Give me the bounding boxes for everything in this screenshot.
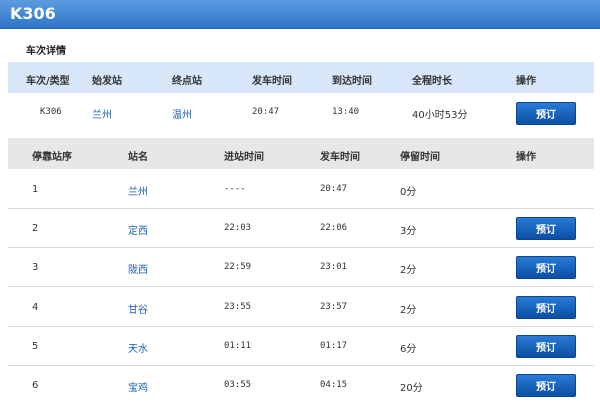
stop-depart-time: 04:15 <box>320 380 348 390</box>
stop-stay-time: 20分 <box>400 383 423 394</box>
stop-stay-time: 3分 <box>400 226 417 237</box>
header-depart-time: 发车时间 <box>252 76 292 87</box>
header-stop-depart-time: 发车时间 <box>320 152 360 163</box>
page-title: K306 <box>10 4 56 23</box>
stop-seq: 6 <box>32 380 39 391</box>
header-stop-seq: 停靠站序 <box>32 152 72 163</box>
row-divider <box>8 247 594 248</box>
stop-seq: 5 <box>32 341 39 352</box>
row-divider <box>8 326 594 327</box>
train-arrive-time: 13:40 <box>332 107 360 117</box>
stop-depart-time: 01:17 <box>320 341 348 351</box>
train-table-header: 车次/类型 始发站 终点站 发车时间 到达时间 全程时长 操作 <box>8 62 594 93</box>
header-arrive-time: 到达时间 <box>332 76 372 87</box>
stop-arrive-time: ---- <box>224 184 246 194</box>
destination-station-link[interactable]: 温州 <box>172 106 192 121</box>
book-stop-button[interactable]: 预订 <box>516 374 576 397</box>
stop-depart-time: 23:01 <box>320 262 348 272</box>
header-stop-action: 操作 <box>516 152 536 163</box>
stop-depart-time: 23:57 <box>320 302 348 312</box>
stop-station-link[interactable]: 定西 <box>128 222 148 237</box>
stops-table-header: 停靠站序 站名 进站时间 发车时间 停留时间 操作 <box>8 138 594 169</box>
book-stop-button[interactable]: 预订 <box>516 335 576 358</box>
stop-station-link[interactable]: 甘谷 <box>128 301 148 316</box>
stop-arrive-time: 01:11 <box>224 341 252 351</box>
header-origin: 始发站 <box>92 76 122 87</box>
stop-stay-time: 0分 <box>400 187 417 198</box>
book-stop-button[interactable]: 预订 <box>516 296 576 319</box>
book-stop-button[interactable]: 预订 <box>516 256 576 279</box>
train-duration: 40小时53分 <box>412 110 468 121</box>
stop-station-link[interactable]: 陇西 <box>128 261 148 276</box>
title-bar: K306 <box>0 0 600 29</box>
stop-station-link[interactable]: 宝鸡 <box>128 379 148 394</box>
row-divider <box>8 208 594 209</box>
origin-station-link[interactable]: 兰州 <box>92 106 112 121</box>
train-number: K306 <box>40 107 62 117</box>
stop-station-link[interactable]: 天水 <box>128 340 148 355</box>
header-action: 操作 <box>516 76 536 87</box>
train-depart-time: 20:47 <box>252 107 280 117</box>
stop-depart-time: 22:06 <box>320 223 348 233</box>
stop-seq: 4 <box>32 302 39 313</box>
header-train-type: 车次/类型 <box>26 76 70 87</box>
book-stop-button[interactable]: 预订 <box>516 217 576 240</box>
stop-seq: 1 <box>32 184 39 195</box>
header-station-name: 站名 <box>128 152 148 163</box>
header-stay-time: 停留时间 <box>400 152 440 163</box>
header-enter-time: 进站时间 <box>224 152 264 163</box>
stop-seq: 2 <box>32 223 39 234</box>
header-destination: 终点站 <box>172 76 202 87</box>
stop-arrive-time: 03:55 <box>224 380 252 390</box>
stop-arrive-time: 23:55 <box>224 302 252 312</box>
section-title: 车次详情 <box>26 46 66 57</box>
row-divider <box>8 286 594 287</box>
book-train-button[interactable]: 预订 <box>516 102 576 125</box>
header-duration: 全程时长 <box>412 76 452 87</box>
stop-stay-time: 2分 <box>400 265 417 276</box>
stop-station-link[interactable]: 兰州 <box>128 183 148 198</box>
stop-stay-time: 2分 <box>400 305 417 316</box>
stop-arrive-time: 22:03 <box>224 223 252 233</box>
stop-depart-time: 20:47 <box>320 184 348 194</box>
stop-seq: 3 <box>32 262 39 273</box>
stop-arrive-time: 22:59 <box>224 262 252 272</box>
row-divider <box>8 365 594 366</box>
stop-stay-time: 6分 <box>400 344 417 355</box>
